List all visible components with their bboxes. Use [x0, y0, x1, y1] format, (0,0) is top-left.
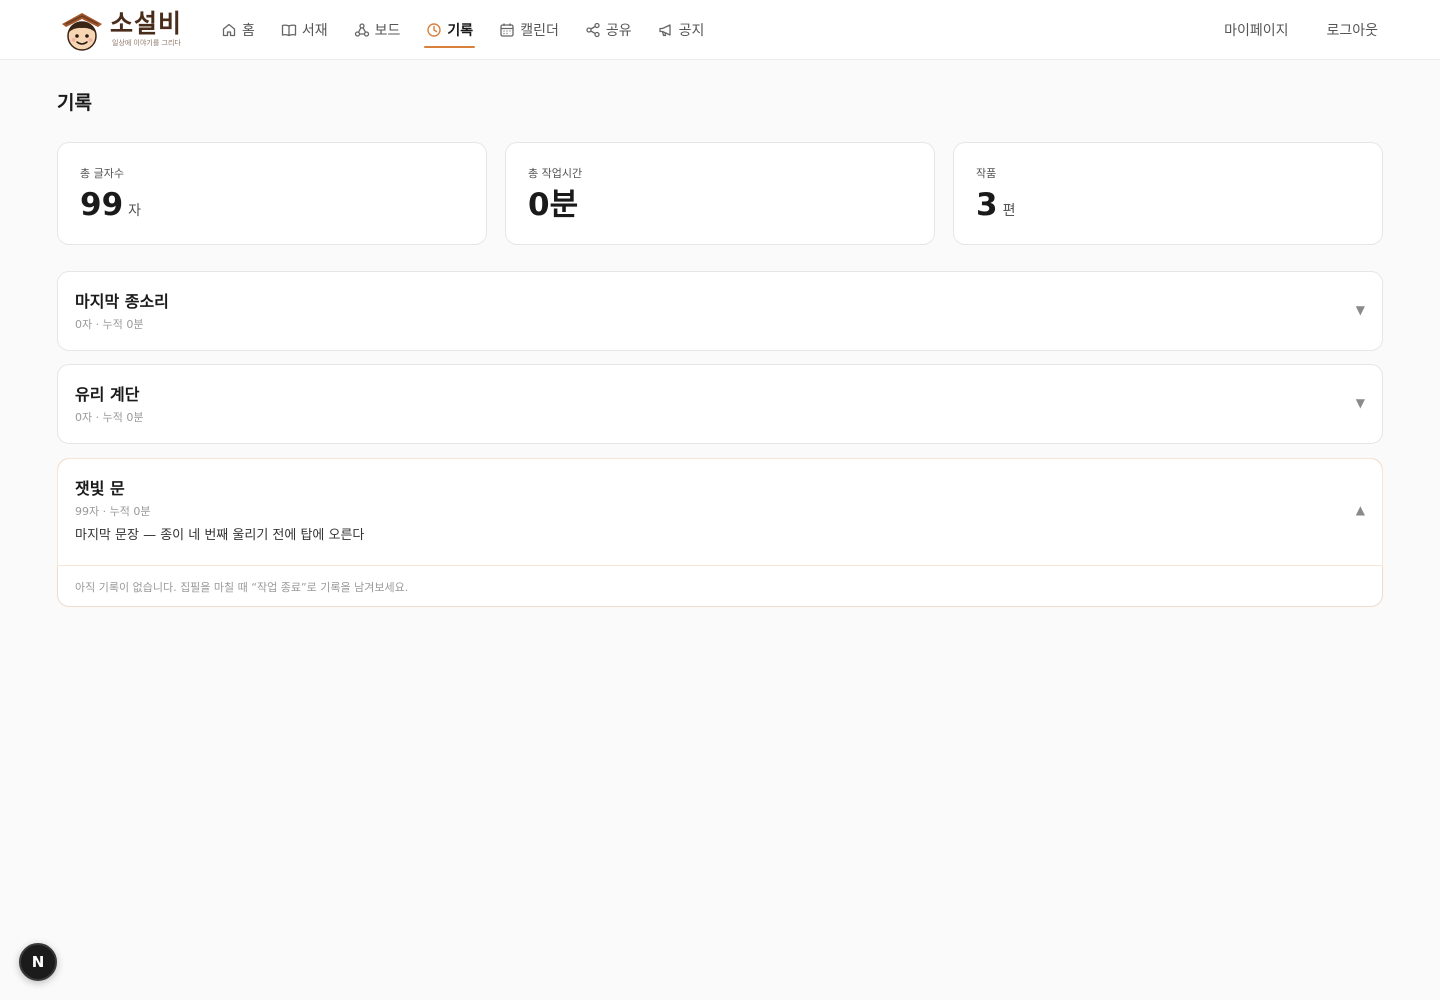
header-account-links: 마이페이지 로그아웃 — [1186, 0, 1378, 60]
stat-label: 총 글자수 — [80, 167, 124, 180]
nav-library[interactable]: 서재 — [281, 0, 328, 60]
book-icon — [281, 24, 297, 37]
next-dev-badge[interactable]: N — [19, 943, 57, 981]
nav-notice[interactable]: 공지 — [658, 0, 705, 60]
nav-board[interactable]: 보드 — [354, 0, 401, 60]
work-title: 잿빛 문 — [75, 479, 125, 498]
empty-records-message: 아직 기록이 없습니다. 집필을 마칠 때 “작업 종료”로 기록을 남겨보세요… — [58, 565, 1382, 607]
stats-row: 총 글자수 99 자 총 작업시간 0분 작품 3 편 — [57, 142, 1383, 245]
chevron-up-icon[interactable]: ▲ — [1356, 503, 1365, 517]
work-card-ashen-door: 잿빛 문 99자 · 누적 0분 마지막 문장 — 종이 네 번째 울리기 전에… — [57, 458, 1383, 607]
logo-subtitle: 일상에 이야기를 그리다 — [112, 39, 181, 47]
work-meta: 0자 · 누적 0분 — [75, 411, 144, 424]
stat-unit: 편 — [1002, 203, 1016, 219]
stat-label: 작품 — [976, 167, 997, 180]
work-title: 유리 계단 — [75, 385, 140, 404]
stat-total-chars: 총 글자수 99 자 — [57, 142, 487, 245]
home-icon — [222, 23, 236, 37]
page-title: 기록 — [57, 92, 92, 114]
chevron-down-icon[interactable]: ▼ — [1356, 303, 1365, 317]
work-card-header[interactable]: 유리 계단 0자 · 누적 0분 ▼ — [58, 365, 1382, 443]
nav-notice-label: 공지 — [678, 23, 705, 39]
nav-records-label: 기록 — [447, 23, 474, 39]
work-card-header[interactable]: 잿빛 문 99자 · 누적 0분 마지막 문장 — 종이 네 번째 울리기 전에… — [58, 459, 1382, 565]
top-navbar: 소설비 일상에 이야기를 그리다 홈 서재 보드 기록 캘린더 공유 공지 마이… — [0, 0, 1440, 60]
nav-calendar[interactable]: 캘린더 — [499, 0, 559, 60]
stat-value: 3 — [976, 187, 998, 223]
work-meta: 0자 · 누적 0분 — [75, 318, 144, 331]
nav-share[interactable]: 공유 — [585, 0, 632, 60]
nav-calendar-label: 캘린더 — [520, 23, 559, 39]
megaphone-icon — [658, 24, 671, 37]
work-last-sentence: 마지막 문장 — 종이 네 번째 울리기 전에 탑에 오른다 — [75, 528, 365, 543]
share-icon — [586, 22, 600, 38]
app-logo[interactable]: 소설비 일상에 이야기를 그리다 — [58, 7, 190, 55]
stat-value: 99 — [80, 187, 124, 223]
nav-home[interactable]: 홈 — [221, 0, 255, 60]
mascot-logo-icon — [62, 13, 102, 51]
nav-home-label: 홈 — [242, 23, 255, 39]
work-card-header[interactable]: 마지막 종소리 0자 · 누적 0분 ▼ — [58, 272, 1382, 350]
calendar-icon — [500, 23, 514, 37]
nav-library-label: 서재 — [301, 23, 328, 39]
work-card-glass-stairs: 유리 계단 0자 · 누적 0분 ▼ — [57, 364, 1383, 444]
stat-works: 작품 3 편 — [953, 142, 1383, 245]
logout-link[interactable]: 로그아웃 — [1326, 20, 1378, 40]
stat-label: 총 작업시간 — [528, 167, 583, 180]
work-card-last-bell: 마지막 종소리 0자 · 누적 0분 ▼ — [57, 271, 1383, 351]
nav-board-label: 보드 — [374, 23, 401, 39]
chevron-down-icon[interactable]: ▼ — [1356, 396, 1365, 410]
logo-title: 소설비 — [110, 9, 183, 38]
board-icon — [354, 23, 369, 37]
stat-unit: 자 — [128, 203, 142, 219]
logo-wordmark: 소설비 일상에 이야기를 그리다 — [110, 9, 182, 48]
nav-share-label: 공유 — [605, 23, 632, 39]
main-nav: 홈 서재 보드 기록 캘린더 공유 공지 — [221, 0, 730, 60]
nav-records[interactable]: 기록 — [424, 0, 475, 60]
mypage-link[interactable]: 마이페이지 — [1224, 20, 1288, 40]
stat-value: 0분 — [528, 187, 579, 223]
work-meta: 99자 · 누적 0분 — [75, 505, 151, 518]
clock-icon — [427, 23, 442, 37]
stat-total-time: 총 작업시간 0분 — [505, 142, 935, 245]
work-title: 마지막 종소리 — [75, 292, 169, 311]
